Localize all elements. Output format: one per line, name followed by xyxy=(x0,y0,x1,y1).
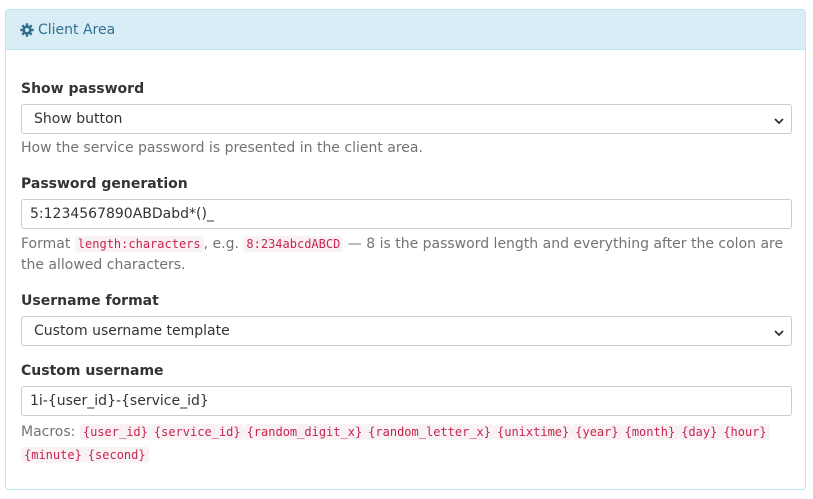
password-generation-help: Format length:characters, e.g. 8:234abcd… xyxy=(21,234,792,276)
macro-code: {year} xyxy=(572,424,622,440)
client-area-panel: Client Area Show password Show button Ho… xyxy=(5,9,806,490)
panel-heading: Client Area xyxy=(6,10,805,50)
macro-code: {random_digit_x} xyxy=(243,424,366,440)
code-format: length:characters xyxy=(74,236,204,252)
username-format-selected-value: Custom username template xyxy=(34,323,230,339)
panel-title: Client Area xyxy=(38,21,116,38)
password-generation-input[interactable]: 5:1234567890ABDabd*()_ xyxy=(21,199,792,229)
macro-code: {user_id} xyxy=(79,424,151,440)
custom-username-label: Custom username xyxy=(21,363,164,379)
show-password-label: Show password xyxy=(21,81,145,97)
macro-code: {second} xyxy=(84,447,149,463)
password-generation-value: 5:1234567890ABDabd*()_ xyxy=(30,206,214,222)
code-example: 8:234abcdABCD xyxy=(243,236,344,252)
macro-code: {unixtime} xyxy=(494,424,573,440)
macros-help: Macros: {user_id} {service_id} {random_dig… xyxy=(21,421,792,467)
password-generation-label: Password generation xyxy=(21,176,188,192)
show-password-select[interactable]: Show button xyxy=(21,104,792,134)
chevron-down-icon xyxy=(773,326,785,337)
macro-code: {month} xyxy=(621,424,679,440)
custom-username-input[interactable]: 1i-{user_id}-{service_id} xyxy=(21,386,792,416)
macro-code: {hour} xyxy=(720,424,770,440)
help-eg-text: , e.g. xyxy=(203,236,239,252)
username-format-select[interactable]: Custom username template xyxy=(21,316,792,346)
custom-username-value: 1i-{user_id}-{service_id} xyxy=(30,393,209,409)
macro-code: {random_letter_x} xyxy=(365,424,494,440)
show-password-selected-value: Show button xyxy=(34,111,123,127)
chevron-down-icon xyxy=(773,114,785,125)
show-password-help: How the service password is presented in… xyxy=(21,140,423,156)
macro-code: {day} xyxy=(678,424,721,440)
macro-code: {service_id} xyxy=(150,424,244,440)
macro-code: {minute} xyxy=(21,447,85,463)
macros-label: Macros: xyxy=(21,424,76,440)
username-format-label: Username format xyxy=(21,293,159,309)
help-format-text: Format xyxy=(21,236,71,252)
gear-icon xyxy=(20,22,34,37)
